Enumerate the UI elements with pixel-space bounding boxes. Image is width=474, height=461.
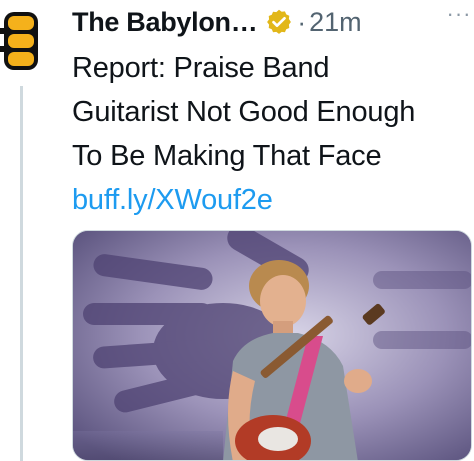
author-name[interactable]: The Babylon…: [72, 7, 258, 38]
verified-badge-icon[interactable]: [265, 8, 293, 36]
tweet-text-line: To Be Making That Face: [72, 140, 382, 172]
media-photo-icon: [73, 231, 471, 460]
timestamp[interactable]: 21m: [309, 7, 362, 38]
tweet-text-line: Report: Praise Band: [72, 52, 330, 84]
separator-dot: ·: [297, 6, 307, 37]
babylon-bee-logo-icon: [0, 12, 38, 70]
tweet-text: Report: Praise Band Guitarist Not Good E…: [72, 46, 472, 222]
tweet-media-image[interactable]: [72, 230, 472, 461]
tweet-text-line: Guitarist Not Good Enough: [72, 96, 416, 128]
tweet-link[interactable]: buff.ly/XWouf2e: [72, 178, 472, 222]
avatar[interactable]: [0, 4, 46, 80]
thread-line: [20, 86, 23, 461]
more-options-icon[interactable]: ···: [446, 3, 472, 30]
tweet-header: The Babylon… · 21m: [72, 4, 362, 40]
